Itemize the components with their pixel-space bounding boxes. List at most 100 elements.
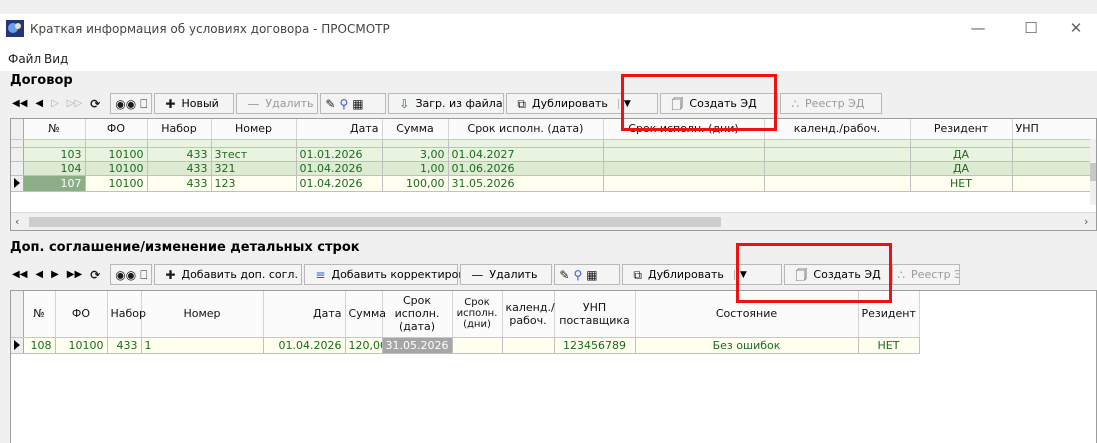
new-button[interactable]: ✚ Новый (154, 93, 235, 114)
cell-date[interactable]: 01.04.2026 (296, 175, 383, 192)
cell-no[interactable]: 107 (23, 175, 86, 192)
cell-unp[interactable] (1012, 147, 1096, 162)
filter-icon[interactable]: ⎕ (140, 269, 147, 281)
save-icon[interactable]: ▦ (586, 269, 597, 281)
minimize-button[interactable]: — (955, 14, 1001, 44)
cell-date[interactable]: 01.01.2026 (296, 147, 383, 162)
col-header-cal[interactable]: календ./рабоч. (764, 119, 911, 140)
cell-sum[interactable]: 3,00 (382, 147, 449, 162)
col-header-cal[interactable]: календ./ рабоч. (502, 291, 555, 338)
col-header-fo[interactable]: ФО (55, 291, 108, 338)
cell-unp[interactable]: 123456789 (554, 337, 636, 354)
cell-cal[interactable] (764, 161, 911, 176)
cell-fo[interactable]: 10100 (55, 337, 108, 354)
contract-hscroll-thumb[interactable] (29, 217, 721, 227)
cell-no[interactable]: 104 (23, 161, 86, 176)
cell-date[interactable]: 01.04.2026 (263, 337, 346, 354)
col-header-resident[interactable]: Резидент (910, 119, 1013, 140)
cell-due-date[interactable]: 31.05.2026 (382, 337, 453, 354)
next-record-icon[interactable]: ▷ (51, 98, 59, 109)
col-header-no[interactable]: № (23, 119, 86, 140)
cell-resident[interactable]: ДА (910, 161, 1013, 176)
table-row-selected[interactable]: 107 10100 433 123 01.04.2026 100,00 31.0… (11, 175, 1096, 192)
cell-set[interactable]: 433 (107, 337, 142, 354)
cell-fo[interactable]: 10100 (85, 161, 148, 176)
binoculars-icon[interactable]: ◉◉ (115, 269, 136, 281)
cell-fo[interactable]: 10100 (85, 147, 148, 162)
col-header-number[interactable]: Номер (211, 119, 297, 140)
col-header-set[interactable]: Набор (147, 119, 212, 140)
registry-ed-button[interactable]: ∴ Реестр ЭД (780, 93, 883, 114)
cell-resident[interactable]: ДА (910, 147, 1013, 162)
cell-set[interactable]: 433 (147, 147, 212, 162)
menu-file[interactable]: Файл (8, 52, 41, 66)
cell-set[interactable]: 433 (147, 161, 212, 176)
col-header-unp[interactable]: УНП поставщика (554, 291, 636, 338)
magnifier-icon[interactable]: ⚲ (573, 269, 582, 281)
maximize-button[interactable]: ☐ (1008, 14, 1054, 44)
binoculars-icon[interactable]: ◉◉ (115, 98, 136, 110)
cell-due-date[interactable]: 01.06.2026 (448, 161, 604, 176)
cell-due-days[interactable] (452, 337, 503, 354)
cell-resident[interactable]: НЕТ (858, 337, 920, 354)
cell-due-date[interactable]: 31.05.2026 (448, 175, 604, 192)
col-header-number[interactable]: Номер (141, 291, 264, 338)
menu-view[interactable]: Вид (44, 52, 68, 66)
table-row-partial[interactable] (11, 139, 1096, 148)
contract-vertical-scrollbar[interactable] (1090, 139, 1096, 205)
cell-unp[interactable] (1012, 161, 1096, 176)
edit-pencil-icon[interactable]: ✎ (325, 98, 335, 110)
table-row[interactable]: 103 10100 433 3тест 01.01.2026 3,00 01.0… (11, 147, 1096, 162)
cell-sum[interactable]: 1,00 (382, 161, 449, 176)
magnifier-icon[interactable]: ⚲ (339, 98, 348, 110)
cell-number[interactable]: 1 (141, 337, 264, 354)
first-record-icon[interactable]: ◀◀ (12, 98, 27, 109)
save-icon[interactable]: ▦ (352, 98, 363, 110)
first-record-icon[interactable]: ◀◀ (12, 269, 27, 280)
add-correction-button[interactable]: ≡ Добавить корректировку (304, 264, 478, 285)
cell-set[interactable]: 433 (147, 175, 212, 192)
cell-number[interactable]: 3тест (211, 147, 297, 162)
delete-button[interactable]: — Удалить (236, 93, 319, 114)
cell-sum[interactable]: 120,00 (345, 337, 383, 354)
addendum-delete-button[interactable]: — Удалить (460, 264, 553, 285)
next-record-icon[interactable]: ▶ (51, 269, 59, 280)
cell-no[interactable]: 103 (23, 147, 86, 162)
col-header-no[interactable]: № (23, 291, 56, 338)
col-header-sum[interactable]: Сумма (345, 291, 386, 338)
cell-number[interactable]: 321 (211, 161, 297, 176)
cell-state[interactable]: Без ошибок (635, 337, 859, 354)
cell-unp[interactable] (1012, 175, 1096, 192)
col-header-date[interactable]: Дата (296, 119, 383, 140)
contract-horizontal-scrollbar[interactable]: ‹ › (11, 212, 1096, 230)
cell-date[interactable]: 01.04.2026 (296, 161, 383, 176)
table-row-selected[interactable]: 108 10100 433 1 01.04.2026 120,00 31.05.… (11, 337, 1019, 354)
col-header-due-date[interactable]: Срок исполн. (дата) (448, 119, 604, 140)
scroll-left-icon[interactable]: ‹ (15, 215, 19, 228)
addendum-registry-ed-button[interactable]: ∴ Реестр Э (892, 264, 961, 285)
contract-vscroll-thumb[interactable] (1090, 163, 1096, 181)
close-button[interactable]: ✕ (1053, 14, 1097, 44)
cell-sum[interactable]: 100,00 (382, 175, 449, 192)
cell-due-days[interactable] (603, 147, 765, 162)
prev-record-icon[interactable]: ◀ (35, 269, 43, 280)
cell-resident[interactable]: НЕТ (910, 175, 1013, 192)
cell-due-days[interactable] (603, 175, 765, 192)
load-from-file-button[interactable]: ⇩ Загр. из файла (388, 93, 505, 114)
cell-no[interactable]: 108 (23, 337, 56, 354)
edit-pencil-icon[interactable]: ✎ (559, 269, 569, 281)
scroll-right-icon[interactable]: › (1084, 215, 1088, 228)
col-header-set[interactable]: Набор (107, 291, 146, 338)
cell-number[interactable]: 123 (211, 175, 297, 192)
cell-fo[interactable]: 10100 (85, 175, 148, 192)
cell-due-days[interactable] (603, 161, 765, 176)
col-header-date[interactable]: Дата (263, 291, 346, 338)
col-header-sum[interactable]: Сумма (382, 119, 449, 140)
refresh-icon[interactable]: ⟳ (90, 97, 100, 111)
col-header-due-date[interactable]: Срок исполн. (дата) (382, 291, 453, 338)
table-row[interactable]: 104 10100 433 321 01.04.2026 1,00 01.06.… (11, 161, 1096, 176)
col-header-fo[interactable]: ФО (85, 119, 148, 140)
add-agreement-button[interactable]: ✚ Добавить доп. согл. (154, 264, 303, 285)
cell-cal[interactable] (764, 175, 911, 192)
col-header-unp[interactable]: УНП (1012, 119, 1096, 140)
